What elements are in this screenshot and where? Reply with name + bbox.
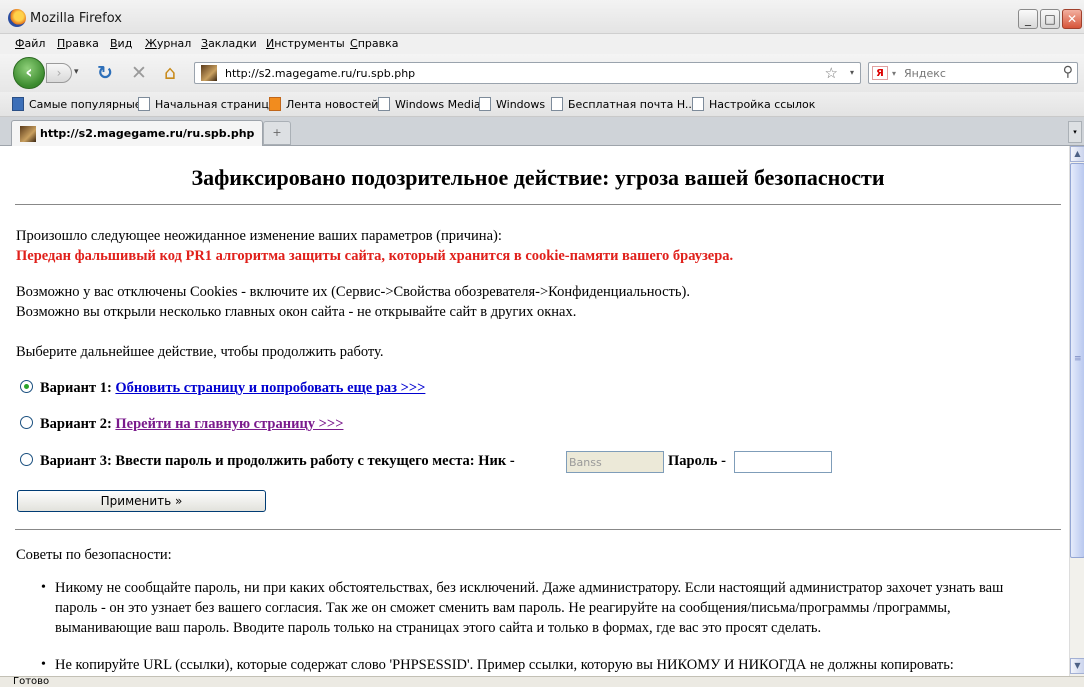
close-button[interactable]: ✕ (1062, 9, 1082, 29)
tab-list-dropdown-icon[interactable]: ▾ (1068, 121, 1082, 143)
bookmark-free-mail[interactable]: Бесплатная почта H... (551, 97, 695, 111)
menu-history[interactable]: Журнал (145, 37, 191, 50)
menu-bar: Файл Правка Вид Журнал Закладки Инструме… (0, 34, 1084, 54)
status-bar: Готово (0, 676, 1084, 687)
choose-action-text: Выберите дальнейшее действие, чтобы прод… (16, 344, 384, 360)
security-tips-title: Советы по безопасности: (16, 547, 172, 563)
search-input[interactable] (904, 65, 1054, 81)
page-icon (692, 97, 704, 111)
windows-hint: Возможно вы открыли несколько главных ок… (16, 304, 577, 320)
bookmark-windows[interactable]: Windows (479, 97, 545, 111)
status-text: Готово (13, 676, 50, 687)
forward-button[interactable]: › (46, 63, 72, 83)
option-3-row: Вариант 3: Ввести пароль и продолжить ра… (20, 453, 515, 470)
bookmark-star-icon[interactable]: ☆ (825, 64, 838, 82)
site-favicon-icon (20, 126, 36, 142)
option-2-row: Вариант 2: Перейти на главную страницу >… (20, 416, 343, 433)
bookmarks-toolbar: Самые популярные Начальная страница Лент… (0, 92, 1084, 117)
page-icon (378, 97, 390, 111)
vertical-scrollbar[interactable]: ▲ ▼ (1069, 146, 1084, 676)
menu-tools[interactable]: Инструменты (266, 37, 345, 50)
option-1-label: Вариант 1: (40, 380, 112, 396)
option-2-label: Вариант 2: (40, 416, 112, 432)
home-icon[interactable]: ⌂ (164, 63, 176, 83)
address-bar[interactable]: ☆ ▾ (194, 62, 861, 84)
title-bar: Mozilla Firefox _ □ ✕ (0, 0, 1084, 34)
divider (15, 204, 1061, 205)
search-icon[interactable]: ⚲ (1063, 64, 1073, 80)
apply-button[interactable]: Применить » (17, 490, 266, 512)
password-field[interactable] (734, 451, 832, 473)
divider (15, 529, 1061, 530)
cookies-hint: Возможно у вас отключены Cookies - включ… (16, 284, 690, 300)
url-dropdown-icon[interactable]: ▾ (850, 68, 854, 77)
option-1-radio[interactable] (20, 380, 33, 393)
firefox-logo-icon (8, 9, 26, 27)
url-input[interactable] (225, 65, 805, 81)
password-label: Пароль - (668, 453, 726, 469)
stop-icon[interactable]: ✕ (131, 63, 147, 83)
history-dropdown-icon[interactable]: ▾ (74, 67, 79, 77)
reason-text: Передан фальшивый код PR1 алгоритма защи… (16, 248, 734, 264)
nick-field[interactable] (566, 451, 664, 473)
page-heading: Зафиксировано подозрительное действие: у… (191, 165, 885, 190)
menu-bookmarks[interactable]: Закладки (201, 37, 257, 50)
page-icon (551, 97, 563, 111)
page-icon (479, 97, 491, 111)
search-bar[interactable]: Я ▾ ⚲ (868, 62, 1078, 84)
menu-edit[interactable]: Правка (57, 37, 99, 50)
site-favicon-icon (201, 65, 217, 81)
tab-active[interactable]: http://s2.magegame.ru/ru.spb.php (11, 120, 263, 146)
search-engine-dropdown-icon[interactable]: ▾ (892, 69, 896, 78)
menu-file[interactable]: Файл (15, 37, 45, 50)
scroll-thumb[interactable] (1070, 163, 1084, 558)
bookmark-start-page[interactable]: Начальная страница (138, 97, 276, 111)
list-item: Никому не сообщайте пароль, ни при каких… (37, 578, 1047, 638)
option-2-radio[interactable] (20, 416, 33, 429)
yandex-icon[interactable]: Я (872, 66, 888, 80)
option-1-row: Вариант 1: Обновить страницу и попробова… (20, 380, 425, 397)
main-page-link[interactable]: Перейти на главную страницу >>> (115, 416, 343, 432)
refresh-page-link[interactable]: Обновить страницу и попробовать еще раз … (115, 380, 425, 396)
menu-help[interactable]: Справка (350, 37, 398, 50)
new-tab-button[interactable]: + (263, 121, 291, 145)
page-icon (138, 97, 150, 111)
option-3-radio[interactable] (20, 453, 33, 466)
minimize-button[interactable]: _ (1018, 9, 1038, 29)
reason-intro: Произошло следующее неожиданное изменени… (16, 228, 502, 244)
list-item: Не копируйте URL (ссылки), которые содер… (37, 655, 1047, 675)
scroll-up-icon[interactable]: ▲ (1070, 146, 1084, 162)
most-visited-icon (12, 97, 24, 111)
rss-icon (269, 97, 281, 111)
bookmark-most-visited[interactable]: Самые популярные (12, 97, 142, 111)
bookmark-windows-media[interactable]: Windows Media (378, 97, 481, 111)
tab-strip: http://s2.magegame.ru/ru.spb.php + ▾ (0, 117, 1084, 146)
back-button[interactable]: ‹ (13, 57, 45, 89)
page-content: Зафиксировано подозрительное действие: у… (7, 146, 1069, 676)
menu-view[interactable]: Вид (110, 37, 132, 50)
scroll-down-icon[interactable]: ▼ (1070, 658, 1084, 674)
reload-icon[interactable]: ↻ (97, 63, 113, 83)
option-3-label: Вариант 3: Ввести пароль и продолжить ра… (40, 453, 515, 469)
maximize-button[interactable]: □ (1040, 9, 1060, 29)
bookmark-news-feed[interactable]: Лента новостей (269, 97, 378, 111)
tab-label: http://s2.magegame.ru/ru.spb.php (40, 127, 255, 140)
window-title: Mozilla Firefox (30, 11, 122, 26)
bookmark-customize-links[interactable]: Настройка ссылок (692, 97, 815, 111)
security-tips-list: Никому не сообщайте пароль, ни при каких… (37, 578, 1047, 676)
